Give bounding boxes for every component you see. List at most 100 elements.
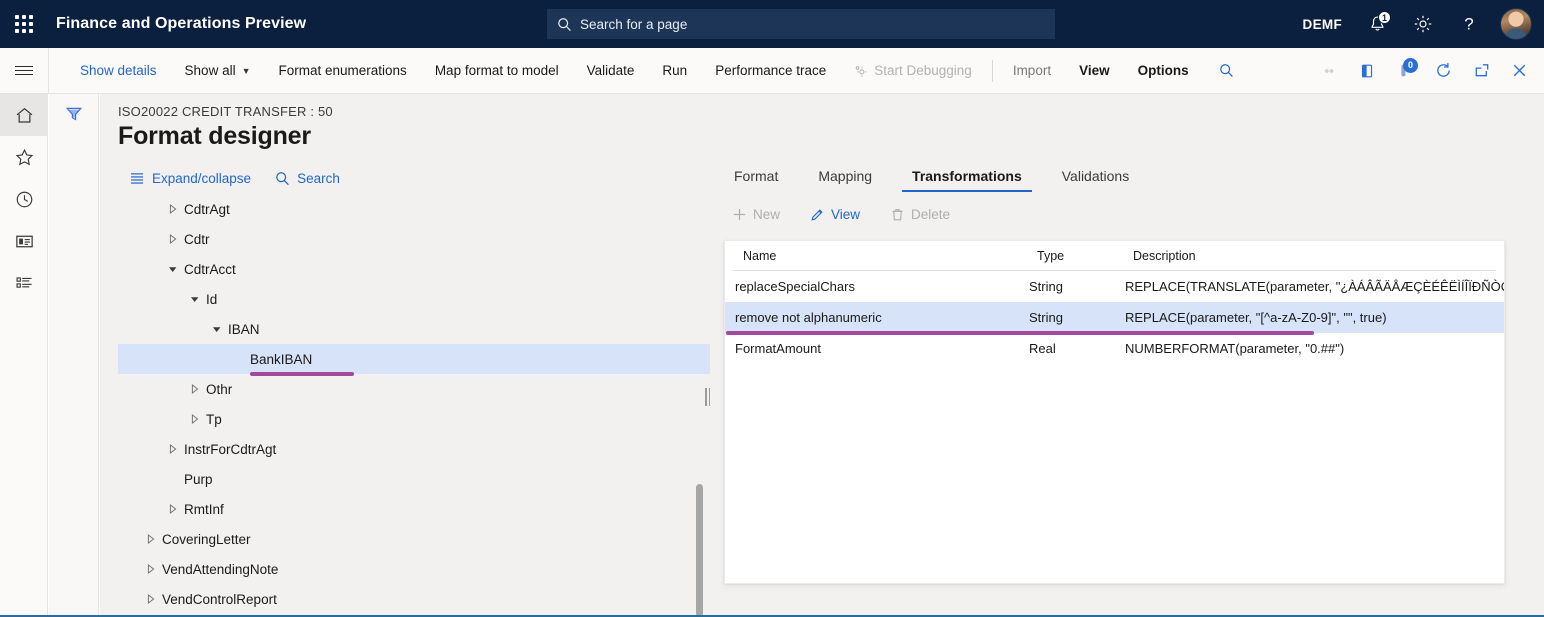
cell-type: Real xyxy=(1029,341,1125,356)
chevron-right-icon[interactable] xyxy=(162,204,184,214)
chevron-down-icon[interactable] xyxy=(206,325,228,334)
table-row[interactable]: FormatAmountRealNUMBERFORMAT(parameter, … xyxy=(725,333,1504,364)
annotations-button[interactable]: 0 xyxy=(1386,48,1424,94)
tree-node[interactable]: RmtInf xyxy=(118,494,710,524)
expand-collapse-icon xyxy=(130,172,145,185)
filter-column xyxy=(49,94,99,617)
global-search-input[interactable]: Search for a page xyxy=(547,9,1055,39)
cell-description: REPLACE(TRANSLATE(parameter, "¿ÀÁÂÃÄÅÆÇÈ… xyxy=(1125,279,1504,294)
main-content-area: ISO20022 CREDIT TRANSFER : 50 Format des… xyxy=(100,94,1544,617)
help-button[interactable]: ? xyxy=(1448,0,1490,48)
rail-item-modules[interactable] xyxy=(0,262,48,304)
action-run[interactable]: Run xyxy=(648,48,701,94)
tree-node-label: Id xyxy=(206,292,217,307)
close-button[interactable] xyxy=(1500,48,1538,94)
chevron-right-icon[interactable] xyxy=(162,444,184,454)
tree-node-label: RmtInf xyxy=(184,502,224,517)
chevron-right-icon[interactable] xyxy=(140,594,162,604)
table-row[interactable]: replaceSpecialCharsStringREPLACE(TRANSLA… xyxy=(725,271,1504,302)
action-show-all-label: Show all xyxy=(185,63,236,78)
popout-button[interactable] xyxy=(1462,48,1500,94)
app-title: Finance and Operations Preview xyxy=(56,15,306,33)
action-format-enumerations-label: Format enumerations xyxy=(279,63,407,78)
delete-label: Delete xyxy=(911,207,950,222)
tab-format[interactable]: Format xyxy=(724,168,788,192)
pencil-icon xyxy=(810,207,825,222)
action-performance-trace[interactable]: Performance trace xyxy=(701,48,840,94)
recent-clock-icon xyxy=(14,189,35,210)
global-search-placeholder: Search for a page xyxy=(580,17,687,32)
rail-item-workspaces[interactable] xyxy=(0,220,48,262)
rail-item-recent[interactable] xyxy=(0,178,48,220)
grid-col-type: Type xyxy=(1037,249,1133,263)
tree-node-label: Cdtr xyxy=(184,232,210,247)
app-launcher-button[interactable] xyxy=(0,0,48,48)
tree-node-label: IBAN xyxy=(228,322,260,337)
action-pane-items: Show details Show all ▼ Format enumerati… xyxy=(49,48,1250,94)
filter-button[interactable] xyxy=(49,94,99,134)
chevron-right-icon[interactable] xyxy=(184,414,206,424)
tree-node[interactable]: InstrForCdtrAgt xyxy=(118,434,710,464)
expand-collapse-link[interactable]: Expand/collapse xyxy=(130,171,251,186)
company-selector[interactable]: DEMF xyxy=(1293,17,1352,32)
table-row[interactable]: remove not alphanumericStringREPLACE(par… xyxy=(725,302,1504,333)
tree-node[interactable]: Purp xyxy=(118,464,710,494)
grid-col-name: Name xyxy=(733,249,1037,263)
tree-search-link[interactable]: Search xyxy=(275,171,340,186)
rail-item-favorites[interactable] xyxy=(0,136,48,178)
tree-node[interactable]: CdtrAcct xyxy=(118,254,710,284)
action-view[interactable]: View xyxy=(1065,48,1124,94)
tree-node[interactable]: Othr xyxy=(118,374,710,404)
action-options[interactable]: Options xyxy=(1124,48,1203,94)
tree-node[interactable]: BankIBAN xyxy=(118,344,710,374)
chevron-right-icon[interactable] xyxy=(140,564,162,574)
tree-node-label: CoveringLetter xyxy=(162,532,251,547)
tree-node[interactable]: IBAN xyxy=(118,314,710,344)
tree-node[interactable]: CdtrAgt xyxy=(118,194,710,224)
action-validate-label: Validate xyxy=(587,63,635,78)
navigation-menu-button[interactable] xyxy=(0,48,48,94)
rail-item-home[interactable] xyxy=(0,94,48,136)
action-options-label: Options xyxy=(1138,63,1189,78)
chevron-right-icon[interactable] xyxy=(162,234,184,244)
open-pane-button[interactable] xyxy=(1348,48,1386,94)
tab-transformations[interactable]: Transformations xyxy=(902,168,1032,192)
tree-node[interactable]: VendAttendingNote xyxy=(118,554,710,584)
transformations-grid: Name Type Description replaceSpecialChar… xyxy=(724,240,1505,584)
tree-node[interactable]: Id xyxy=(118,284,710,314)
action-format-enumerations[interactable]: Format enumerations xyxy=(265,48,421,94)
tree-node[interactable]: CoveringLetter xyxy=(118,524,710,554)
attachments-button[interactable] xyxy=(1310,48,1348,94)
settings-button[interactable] xyxy=(1402,0,1444,48)
action-map-format-to-model[interactable]: Map format to model xyxy=(421,48,573,94)
refresh-button[interactable] xyxy=(1424,48,1462,94)
tree-vertical-scrollbar[interactable] xyxy=(696,484,703,617)
top-navigation-bar: Finance and Operations Preview Search fo… xyxy=(0,0,1544,48)
chevron-down-icon[interactable] xyxy=(162,265,184,274)
breadcrumb: ISO20022 CREDIT TRANSFER : 50 xyxy=(118,104,333,119)
filter-funnel-icon xyxy=(64,104,84,124)
tab-validations[interactable]: Validations xyxy=(1052,168,1139,192)
action-import[interactable]: Import xyxy=(999,48,1065,94)
pane-splitter[interactable] xyxy=(705,388,713,406)
tab-mapping[interactable]: Mapping xyxy=(808,168,882,192)
tree-node-label: BankIBAN xyxy=(250,352,312,367)
action-validate[interactable]: Validate xyxy=(573,48,649,94)
notifications-button[interactable]: 1 xyxy=(1356,0,1398,48)
action-pane-search-button[interactable] xyxy=(1203,48,1250,94)
chevron-right-icon[interactable] xyxy=(162,504,184,514)
chevron-right-icon[interactable] xyxy=(184,384,206,394)
chevron-down-icon[interactable] xyxy=(184,295,206,304)
view-button[interactable]: View xyxy=(804,203,866,226)
view-label: View xyxy=(831,207,860,222)
tree-node[interactable]: Cdtr xyxy=(118,224,710,254)
tree-node[interactable]: VendControlReport xyxy=(118,584,710,614)
grid-body: replaceSpecialCharsStringREPLACE(TRANSLA… xyxy=(725,271,1504,364)
action-show-all[interactable]: Show all ▼ xyxy=(171,48,265,94)
user-avatar[interactable] xyxy=(1500,8,1532,40)
annotations-badge: 0 xyxy=(1403,58,1418,73)
grid-header-row: Name Type Description xyxy=(733,241,1496,271)
action-show-details[interactable]: Show details xyxy=(66,48,171,94)
tree-node[interactable]: Tp xyxy=(118,404,710,434)
chevron-right-icon[interactable] xyxy=(140,534,162,544)
